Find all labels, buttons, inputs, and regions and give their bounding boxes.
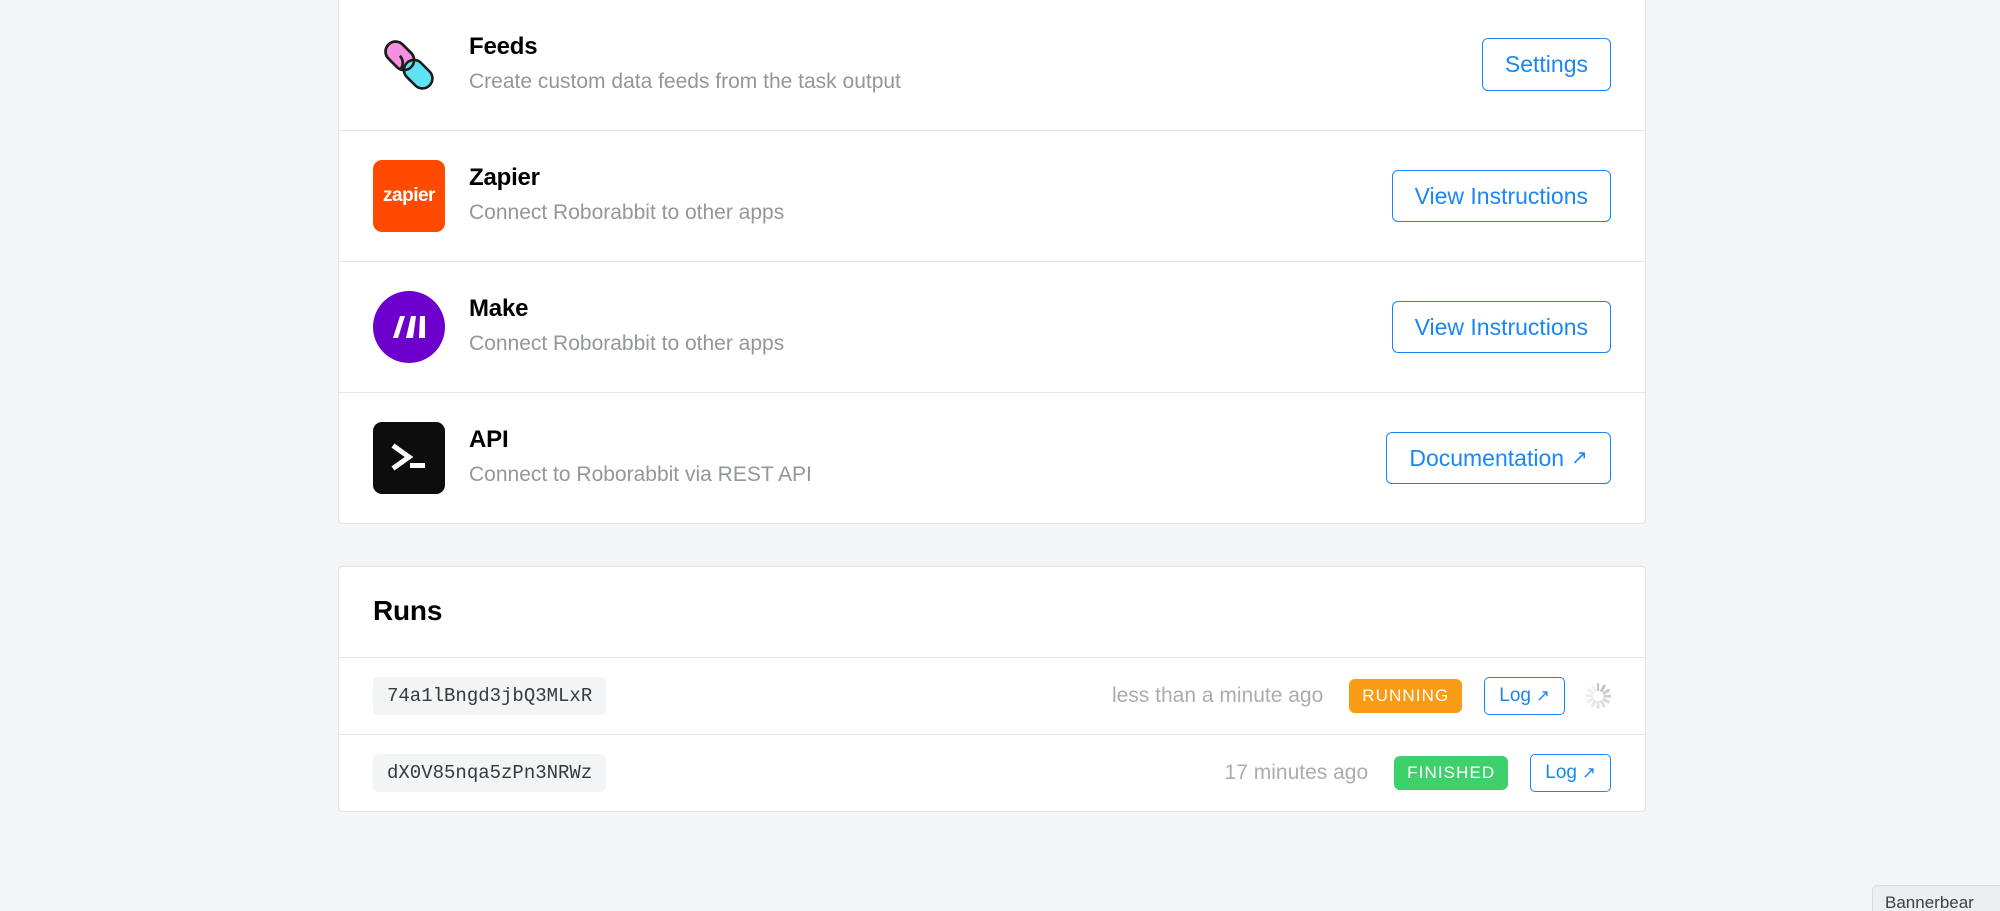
log-button-label: Log [1545, 762, 1577, 784]
integration-subtitle: Create custom data feeds from the task o… [469, 69, 901, 93]
zapier-wordmark: zapier [383, 185, 435, 206]
run-timestamp: less than a minute ago [1111, 684, 1324, 707]
external-link-icon: ↗ [1571, 446, 1588, 469]
run-row: dX0V85nqa5zPn3NRWz 17 minutes ago FINISH… [339, 734, 1645, 811]
integration-title: API [469, 426, 509, 454]
zapier-logo-icon: zapier [373, 160, 445, 232]
runs-title: Runs [373, 595, 443, 626]
integration-action-make: View Instructions [1391, 300, 1611, 354]
integrations-card: Feeds Create custom data feeds from the … [338, 0, 1646, 524]
chain-link-icon [373, 29, 445, 101]
runs-card: Runs 74a1lBngd3jbQ3MLxR less than a minu… [338, 566, 1646, 812]
documentation-button[interactable]: Documentation ↗ [1386, 431, 1611, 485]
run-id-chip: dX0V85nqa5zPn3NRWz [373, 753, 607, 793]
settings-button-label: Settings [1504, 51, 1588, 78]
integration-text-make: Make Connect Roborabbit to other apps [469, 295, 1372, 358]
integration-text-api: API Connect to Roborabbit via REST API [469, 426, 1366, 489]
settings-button[interactable]: Settings [1481, 38, 1611, 91]
integration-title: Zapier [469, 164, 540, 192]
view-instructions-label: View Instructions [1414, 313, 1588, 340]
status-badge: RUNNING [1349, 678, 1463, 714]
integration-title: Feeds [469, 32, 538, 60]
log-button-label: Log [1499, 685, 1531, 707]
page-content: Feeds Create custom data feeds from the … [338, 0, 1646, 812]
view-instructions-button-zapier[interactable]: View Instructions [1391, 169, 1611, 223]
integration-row-make: Make Connect Roborabbit to other apps Vi… [339, 261, 1645, 392]
log-button[interactable]: Log ↗ [1530, 754, 1611, 792]
status-badge: FINISHED [1394, 755, 1509, 791]
external-link-icon: ↗ [1536, 685, 1550, 705]
documentation-label: Documentation [1409, 444, 1565, 471]
external-link-icon: ↗ [1582, 762, 1596, 782]
bannerbear-widget[interactable]: Bannerbear [1872, 885, 2000, 911]
view-instructions-label: View Instructions [1414, 182, 1588, 209]
integration-action-zapier: View Instructions [1391, 169, 1611, 223]
integration-text-zapier: Zapier Connect Roborabbit to other apps [469, 164, 1372, 227]
runs-header: Runs [339, 567, 1645, 657]
integration-row-feeds: Feeds Create custom data feeds from the … [339, 0, 1645, 130]
run-row: 74a1lBngd3jbQ3MLxR less than a minute ag… [339, 657, 1645, 734]
view-instructions-button-make[interactable]: View Instructions [1391, 300, 1611, 354]
run-timestamp: 17 minutes ago [1224, 761, 1369, 784]
integration-title: Make [469, 295, 529, 323]
run-id-chip: 74a1lBngd3jbQ3MLxR [373, 676, 607, 716]
log-button[interactable]: Log ↗ [1484, 677, 1565, 715]
integration-action-api: Documentation ↗ [1386, 431, 1611, 485]
terminal-prompt-icon [373, 422, 445, 494]
integration-subtitle: Connect to Roborabbit via REST API [469, 463, 812, 487]
integration-row-zapier: zapier Zapier Connect Roborabbit to othe… [339, 130, 1645, 261]
integration-text-feeds: Feeds Create custom data feeds from the … [469, 33, 1462, 96]
loading-spinner-icon [1585, 683, 1612, 709]
integration-action-feeds: Settings [1481, 38, 1611, 91]
integration-subtitle: Connect Roborabbit to other apps [469, 332, 785, 356]
integration-row-api: API Connect to Roborabbit via REST API D… [339, 392, 1645, 523]
make-logo-icon [373, 291, 445, 363]
integration-subtitle: Connect Roborabbit to other apps [469, 201, 785, 225]
